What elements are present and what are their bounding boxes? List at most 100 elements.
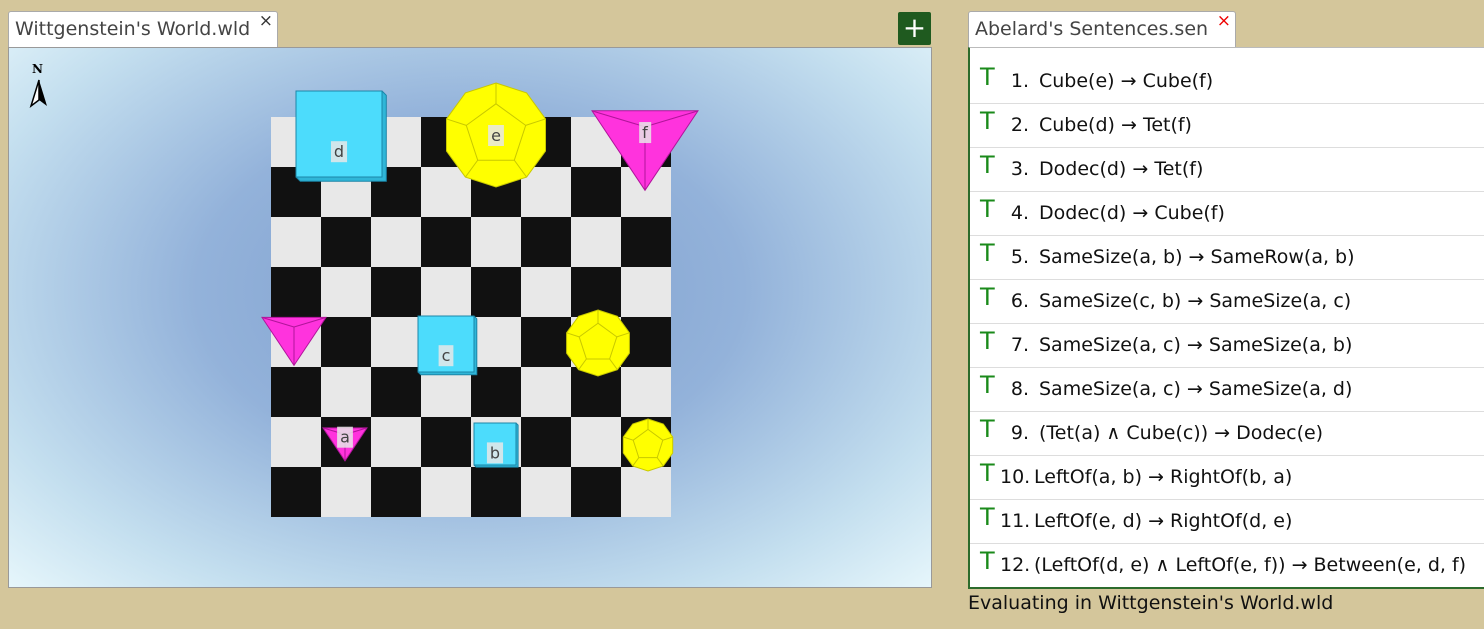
sentence-number: 5. xyxy=(1010,246,1029,268)
block-label: f xyxy=(642,123,648,142)
board-square xyxy=(571,417,621,467)
status-text: Evaluating in Wittgenstein's World.wld xyxy=(968,592,1334,614)
sentence-number: 7. xyxy=(1010,334,1029,356)
board-square xyxy=(621,267,671,317)
board-square xyxy=(471,267,521,317)
sentence-text: Cube(e) → Cube(f) xyxy=(1039,70,1214,92)
board-square xyxy=(371,317,421,367)
board-square xyxy=(271,267,321,317)
add-button[interactable]: + xyxy=(898,12,931,45)
sentence-row[interactable]: T 11. LeftOf(e, d) → RightOf(d, e) xyxy=(970,500,1484,544)
board-square xyxy=(271,417,321,467)
sentence-row[interactable]: T 2. Cube(d) → Tet(f) xyxy=(970,104,1484,148)
board-square xyxy=(521,317,571,367)
sentence-number: 3. xyxy=(1010,158,1029,180)
sentence-row[interactable]: T 9. (Tet(a) ∧ Cube(c)) → Dodec(e) xyxy=(970,412,1484,456)
sentence-row[interactable]: T 7. SameSize(a, c) → SameSize(a, b) xyxy=(970,324,1484,368)
board-square xyxy=(571,167,621,217)
board-square xyxy=(521,367,571,417)
board-square xyxy=(321,317,371,367)
board-square xyxy=(321,467,371,517)
truth-value: T xyxy=(980,151,995,179)
board-square xyxy=(521,217,571,267)
sentence-text: LeftOf(a, b) → RightOf(b, a) xyxy=(1034,466,1293,488)
sentence-row[interactable]: T 10. LeftOf(a, b) → RightOf(b, a) xyxy=(970,456,1484,500)
board-square xyxy=(471,467,521,517)
board-square xyxy=(471,217,521,267)
block-label: c xyxy=(442,346,451,365)
board-square xyxy=(421,217,471,267)
block-label: d xyxy=(334,142,344,161)
sentence-row[interactable]: T 4. Dodec(d) → Cube(f) xyxy=(970,192,1484,236)
truth-value: T xyxy=(980,63,995,91)
dodec-block-unlabeled-5[interactable] xyxy=(566,309,630,377)
board-square xyxy=(521,267,571,317)
compass-label: N xyxy=(32,62,43,76)
truth-value: T xyxy=(980,415,995,443)
truth-value: T xyxy=(980,107,995,135)
sentence-number: 10. xyxy=(1000,466,1031,488)
truth-value: T xyxy=(980,503,995,531)
board-square xyxy=(321,267,371,317)
sentence-text: (LeftOf(d, e) ∧ LeftOf(e, f)) → Between(… xyxy=(1034,554,1467,576)
world-board[interactable]: d e f c a b xyxy=(9,48,931,587)
board-square xyxy=(421,267,471,317)
sentence-row[interactable]: T 3. Dodec(d) → Tet(f) xyxy=(970,148,1484,192)
sentence-row[interactable]: T 6. SameSize(c, b) → SameSize(a, c) xyxy=(970,280,1484,324)
board-square xyxy=(371,467,421,517)
close-icon[interactable]: × xyxy=(1217,4,1231,38)
board-square xyxy=(571,217,621,267)
board-square xyxy=(321,217,371,267)
sentence-number: 11. xyxy=(1000,510,1031,532)
board-square xyxy=(421,467,471,517)
close-icon[interactable]: × xyxy=(259,4,273,38)
sentence-text: LeftOf(e, d) → RightOf(d, e) xyxy=(1034,510,1293,532)
sentence-text: Dodec(d) → Cube(f) xyxy=(1039,202,1225,224)
sentence-text: Dodec(d) → Tet(f) xyxy=(1039,158,1204,180)
sentence-text: SameSize(a, b) → SameRow(a, b) xyxy=(1039,246,1355,268)
truth-value: T xyxy=(980,239,995,267)
board-square xyxy=(371,417,421,467)
sentence-number: 9. xyxy=(1010,422,1029,444)
sentence-row[interactable]: T 8. SameSize(a, c) → SameSize(a, d) xyxy=(970,368,1484,412)
board-square xyxy=(271,367,321,417)
tab-sentences-title: Abelard's Sentences.sen xyxy=(975,18,1209,40)
board-square xyxy=(621,367,671,417)
tab-sentences-file[interactable]: Abelard's Sentences.sen × xyxy=(968,11,1236,47)
sentence-list[interactable]: T 1. Cube(e) → Cube(f) T 2. Cube(d) → Tet(f) T… xyxy=(968,47,1484,589)
sentence-text: (Tet(a) ∧ Cube(c)) → Dodec(e) xyxy=(1039,422,1324,444)
sentence-text: SameSize(c, b) → SameSize(a, c) xyxy=(1039,290,1352,312)
board-square xyxy=(321,367,371,417)
compass-icon: N xyxy=(27,62,51,110)
board-square xyxy=(421,417,471,467)
world-view[interactable]: d e f c a b N xyxy=(8,47,932,588)
sentence-number: 4. xyxy=(1010,202,1029,224)
sentence-text: SameSize(a, c) → SameSize(a, b) xyxy=(1039,334,1353,356)
sentence-row[interactable]: T 1. Cube(e) → Cube(f) xyxy=(970,60,1484,104)
sentence-row[interactable]: T 5. SameSize(a, b) → SameRow(a, b) xyxy=(970,236,1484,280)
sentence-number: 12. xyxy=(1000,554,1031,576)
north-arrow-icon xyxy=(29,79,47,108)
board-square xyxy=(271,467,321,517)
tab-world-title: Wittgenstein's World.wld xyxy=(15,18,251,40)
truth-value: T xyxy=(980,195,995,223)
truth-value: T xyxy=(980,547,995,575)
tab-world-file[interactable]: Wittgenstein's World.wld × xyxy=(8,11,278,47)
sentence-number: 8. xyxy=(1010,378,1029,400)
board-square xyxy=(521,417,571,467)
sentence-text: Cube(d) → Tet(f) xyxy=(1039,114,1192,136)
board-square xyxy=(271,217,321,267)
board-square xyxy=(521,467,571,517)
board-square xyxy=(621,217,671,267)
dodec-block-unlabeled-8[interactable] xyxy=(622,418,674,472)
board-square xyxy=(371,217,421,267)
sentence-number: 6. xyxy=(1010,290,1029,312)
board-square xyxy=(571,267,621,317)
truth-value: T xyxy=(980,371,995,399)
sentence-row[interactable]: T 12. (LeftOf(d, e) ∧ LeftOf(e, f)) → Betw… xyxy=(970,544,1484,587)
cube-block-d[interactable] xyxy=(295,90,387,182)
block-label: e xyxy=(491,126,501,145)
board-square xyxy=(471,317,521,367)
sentence-number: 2. xyxy=(1010,114,1029,136)
board-square xyxy=(621,467,671,517)
